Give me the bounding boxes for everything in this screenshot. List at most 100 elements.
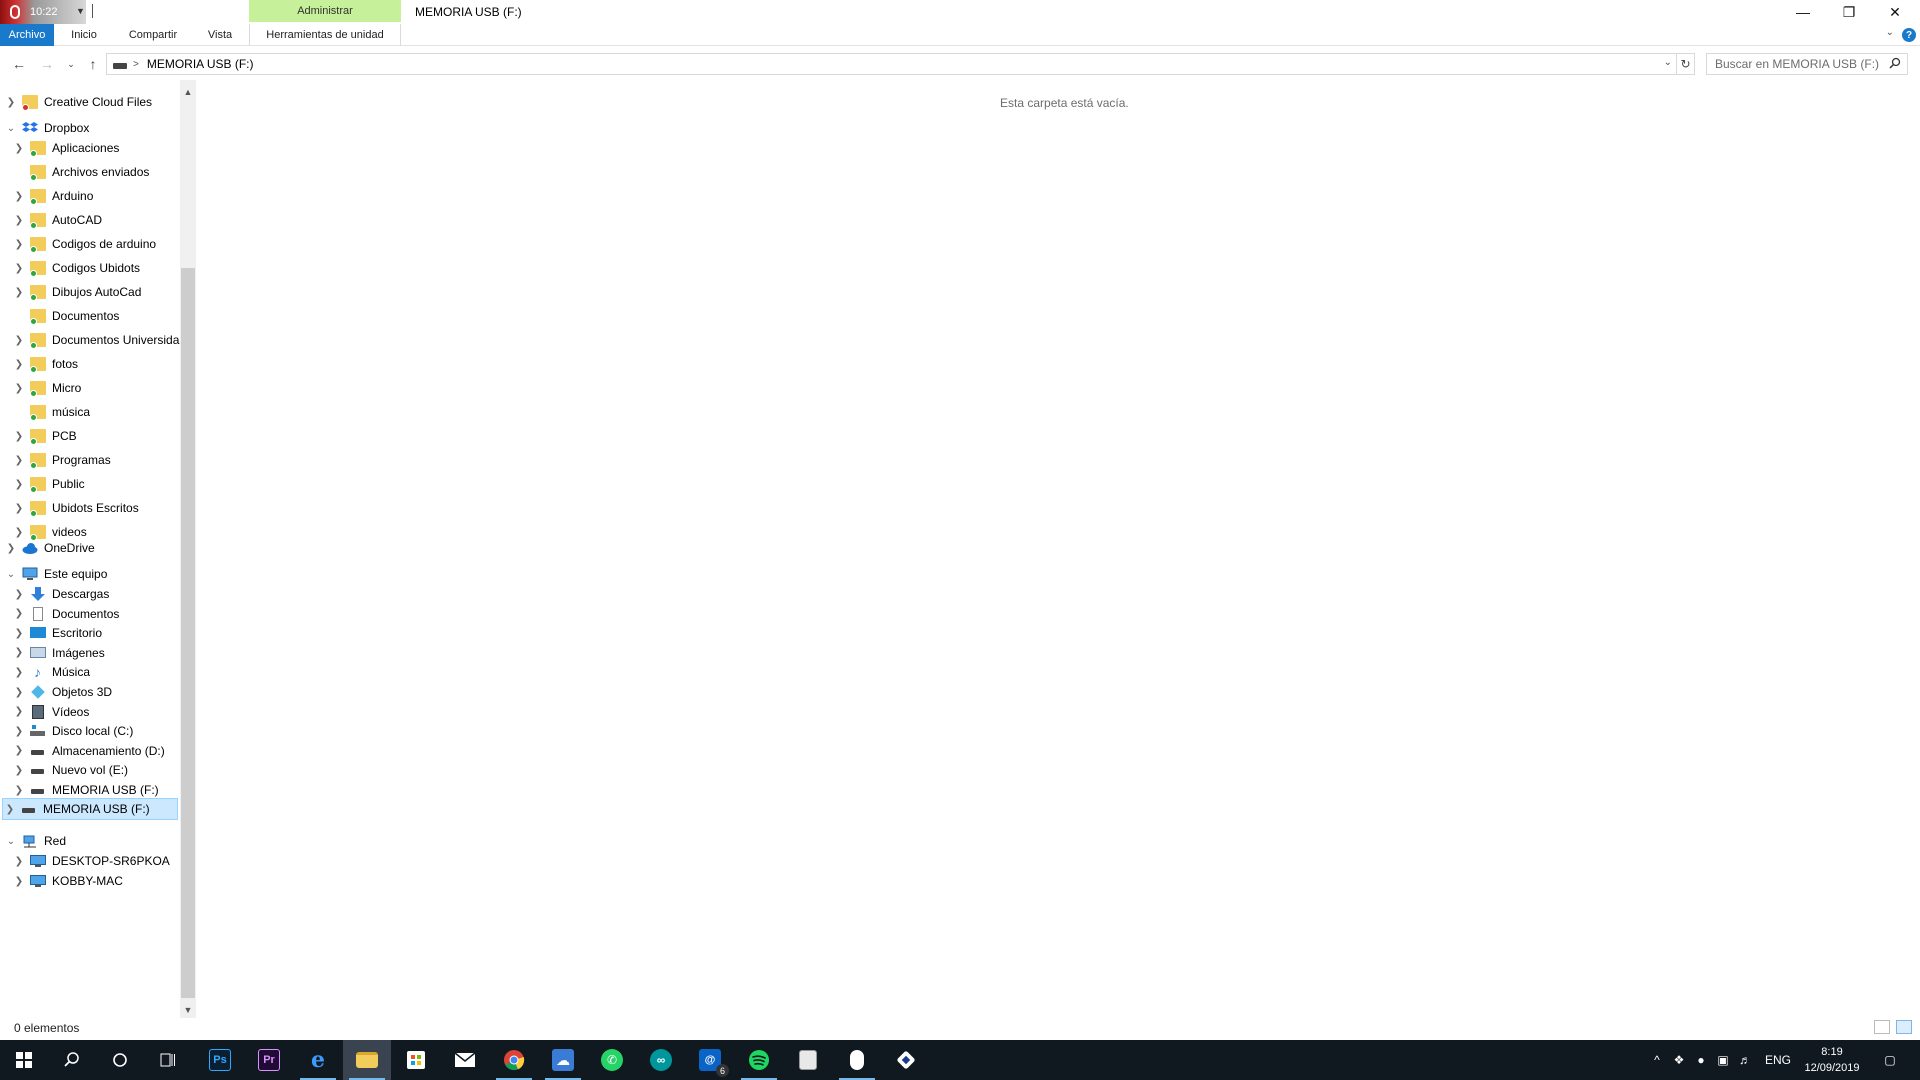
nav-item-documentos[interactable]: Documentos: [12, 305, 119, 327]
expand-chevron-icon[interactable]: ❯: [12, 431, 26, 442]
nav-memoria-usb-selected[interactable]: ❯ MEMORIA USB (F:): [2, 798, 178, 820]
expand-chevron-icon[interactable]: ❯: [12, 359, 26, 370]
nav-item-desktop-sr6pkoa[interactable]: ❯ DESKTOP-SR6PKOA: [12, 850, 170, 872]
help-icon[interactable]: ?: [1902, 28, 1916, 42]
nav-dropbox[interactable]: ⌄ Dropbox: [4, 117, 90, 139]
taskbar-voice-recorder[interactable]: [833, 1040, 881, 1080]
expand-chevron-icon[interactable]: ❯: [12, 215, 26, 226]
expand-chevron-icon[interactable]: ❯: [3, 804, 17, 815]
expand-chevron-icon[interactable]: ❯: [12, 589, 26, 600]
taskbar-notepad[interactable]: [784, 1040, 832, 1080]
taskbar-spotify[interactable]: [735, 1040, 783, 1080]
expand-chevron-icon[interactable]: ❯: [12, 335, 26, 346]
minimize-button[interactable]: —: [1780, 0, 1826, 24]
nav-item-arduino[interactable]: ❯ Arduino: [12, 185, 93, 207]
breadcrumb-usb[interactable]: MEMORIA USB (F:): [147, 57, 254, 71]
expand-chevron-icon[interactable]: ❯: [4, 543, 18, 554]
expand-chevron-icon[interactable]: ❯: [12, 527, 26, 538]
expand-chevron-icon[interactable]: ❯: [12, 765, 26, 776]
ribbon-expand-icon[interactable]: ⌄: [1886, 27, 1894, 38]
expand-chevron-icon[interactable]: ❯: [12, 287, 26, 298]
expand-chevron-icon[interactable]: ❯: [12, 687, 26, 698]
expand-chevron-icon[interactable]: ❯: [12, 263, 26, 274]
expand-chevron-icon[interactable]: ❯: [12, 479, 26, 490]
expand-chevron-icon[interactable]: ❯: [12, 383, 26, 394]
nav-item-ubidots-escritos[interactable]: ❯ Ubidots Escritos: [12, 497, 139, 519]
address-bar[interactable]: > MEMORIA USB (F:) ⌄: [106, 53, 1677, 75]
quick-access-dropdown-icon[interactable]: ▼: [76, 6, 85, 16]
expand-chevron-icon[interactable]: ❯: [12, 726, 26, 737]
context-tab-administrar[interactable]: Administrar: [249, 0, 401, 22]
nav-item-fotos[interactable]: ❯ fotos: [12, 353, 78, 375]
nav-item-codigos-ubidots[interactable]: ❯ Codigos Ubidots: [12, 257, 140, 279]
taskbar-mail[interactable]: [441, 1040, 489, 1080]
taskbar-chrome[interactable]: [490, 1040, 538, 1080]
expand-chevron-icon[interactable]: ❯: [12, 706, 26, 717]
nav-item-archivos-enviados[interactable]: Archivos enviados: [12, 161, 149, 183]
taskbar-file-explorer[interactable]: [343, 1040, 391, 1080]
nav-item-programas[interactable]: ❯ Programas: [12, 449, 111, 471]
recent-locations-dropdown-icon[interactable]: ⌄: [62, 54, 80, 74]
expand-chevron-icon[interactable]: ❯: [12, 647, 26, 658]
tab-herramientas-de-unidad[interactable]: Herramientas de unidad: [249, 24, 401, 46]
large-icons-view-icon[interactable]: [1896, 1020, 1912, 1034]
expand-chevron-icon[interactable]: ❯: [12, 785, 26, 796]
search-icon[interactable]: [1889, 57, 1901, 69]
search-input[interactable]: Buscar en MEMORIA USB (F:): [1706, 53, 1908, 75]
nav-item-aplicaciones[interactable]: ❯ Aplicaciones: [12, 137, 119, 159]
address-dropdown-icon[interactable]: ⌄: [1664, 57, 1672, 68]
collapse-chevron-icon[interactable]: ⌄: [4, 569, 18, 580]
taskbar-visual-studio[interactable]: [882, 1040, 930, 1080]
taskbar-store[interactable]: [392, 1040, 440, 1080]
tab-vista[interactable]: Vista: [200, 24, 240, 46]
taskbar-edge[interactable]: e: [294, 1040, 342, 1080]
nav-item-codigos-de-arduino[interactable]: ❯ Codigos de arduino: [12, 233, 156, 255]
expand-chevron-icon[interactable]: ❯: [12, 455, 26, 466]
nav-item-pcb[interactable]: ❯ PCB: [12, 425, 77, 447]
show-hidden-icons-icon[interactable]: ^: [1646, 1053, 1668, 1067]
expand-chevron-icon[interactable]: ❯: [12, 608, 26, 619]
expand-chevron-icon[interactable]: ❯: [12, 628, 26, 639]
breadcrumb-separator-icon[interactable]: >: [133, 59, 139, 70]
expand-chevron-icon[interactable]: ❯: [12, 745, 26, 756]
nav-item-kobby-mac[interactable]: ❯ KOBBY-MAC: [12, 870, 123, 892]
nav-scroll-thumb[interactable]: [181, 268, 195, 998]
expand-chevron-icon[interactable]: ❯: [12, 667, 26, 678]
nav-red[interactable]: ⌄ Red: [4, 830, 66, 852]
volume-icon[interactable]: ♬: [1734, 1053, 1756, 1067]
refresh-icon[interactable]: ↻: [1677, 53, 1695, 75]
tab-archivo[interactable]: Archivo: [0, 24, 54, 46]
network-tray-icon[interactable]: ▣: [1712, 1053, 1734, 1067]
nav-item-micro[interactable]: ❯ Micro: [12, 377, 81, 399]
microphone-tray-icon[interactable]: ●: [1690, 1053, 1712, 1067]
expand-chevron-icon[interactable]: ❯: [4, 97, 18, 108]
nav-item-public[interactable]: ❯ Public: [12, 473, 85, 495]
nav-creative-cloud[interactable]: ❯ Creative Cloud Files: [4, 91, 152, 113]
details-view-icon[interactable]: [1874, 1020, 1890, 1034]
forward-arrow-icon[interactable]: →: [38, 54, 56, 74]
collapse-chevron-icon[interactable]: ⌄: [4, 123, 18, 134]
taskbar-clock[interactable]: 8:19 12/09/2019: [1787, 1044, 1877, 1076]
up-arrow-icon[interactable]: ↑: [84, 54, 102, 74]
taskbar-task-view[interactable]: [144, 1040, 192, 1080]
taskbar-start[interactable]: [0, 1040, 48, 1080]
expand-chevron-icon[interactable]: ❯: [12, 856, 26, 867]
expand-chevron-icon[interactable]: ❯: [12, 191, 26, 202]
expand-chevron-icon[interactable]: ❯: [12, 503, 26, 514]
scroll-down-icon[interactable]: ▼: [180, 1002, 196, 1018]
expand-chevron-icon[interactable]: ❯: [12, 876, 26, 887]
nav-item-dibujos-autocad[interactable]: ❯ Dibujos AutoCad: [12, 281, 141, 303]
nav-item-documentos-universida[interactable]: ❯ Documentos Universida: [12, 329, 179, 351]
collapse-chevron-icon[interactable]: ⌄: [4, 836, 18, 847]
taskbar-search[interactable]: [48, 1040, 96, 1080]
scroll-up-icon[interactable]: ▲: [180, 84, 196, 100]
taskbar-cortana[interactable]: [96, 1040, 144, 1080]
taskbar-whatsapp[interactable]: ✆: [588, 1040, 636, 1080]
taskbar-photoshop[interactable]: Ps: [196, 1040, 244, 1080]
back-arrow-icon[interactable]: ←: [10, 54, 28, 74]
nav-item-autocad[interactable]: ❯ AutoCAD: [12, 209, 102, 231]
nav-este-equipo[interactable]: ⌄ Este equipo: [4, 563, 108, 585]
expand-chevron-icon[interactable]: ❯: [12, 239, 26, 250]
taskbar-outlook[interactable]: @6: [686, 1040, 734, 1080]
tab-compartir[interactable]: Compartir: [120, 24, 186, 46]
